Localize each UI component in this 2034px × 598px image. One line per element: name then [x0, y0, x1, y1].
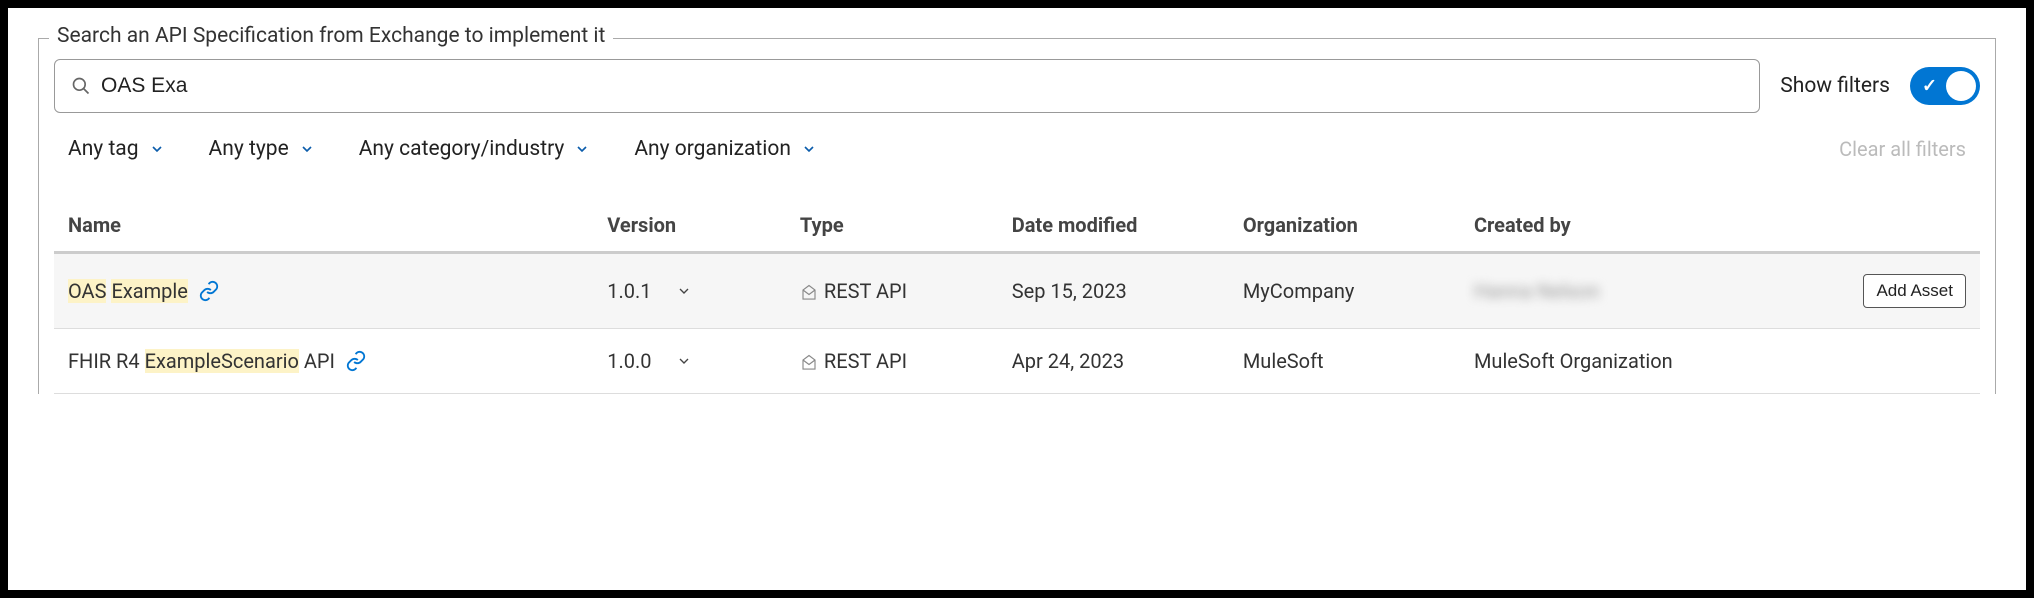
cell-created-by: MuleSoft Organization: [1460, 329, 1807, 394]
name-cell-content: OAS Example: [68, 279, 579, 303]
show-filters-label: Show filters: [1780, 74, 1890, 98]
filter-category-dropdown[interactable]: Any category/industry: [359, 137, 591, 161]
chevron-down-icon: [676, 283, 692, 299]
cell-action: Add Asset: [1807, 253, 1980, 329]
cell-organization: MuleSoft: [1229, 329, 1460, 394]
cell-type: REST API: [786, 329, 998, 394]
name-text: API: [299, 349, 335, 373]
filter-organization-label: Any organization: [634, 137, 791, 161]
filter-type-label: Any type: [209, 137, 289, 161]
created-by-value: MuleSoft Organization: [1474, 349, 1673, 373]
asset-name: OAS Example: [68, 279, 188, 303]
th-version: Version: [593, 201, 786, 253]
table-row[interactable]: FHIR R4 ExampleScenario API 1.0.0 REST API…: [54, 329, 1980, 394]
check-icon: ✓: [1922, 76, 1937, 97]
cell-created-by: Hanna Nelson: [1460, 253, 1807, 329]
version-value: 1.0.0: [607, 349, 651, 373]
api-type-icon: [800, 354, 818, 372]
results-table: Name Version Type Date modified Organiza…: [54, 201, 1980, 394]
chevron-down-icon: [574, 141, 590, 157]
cell-type: REST API: [786, 253, 998, 329]
cell-version: 1.0.1: [593, 253, 786, 329]
results-table-wrapper: Name Version Type Date modified Organiza…: [54, 201, 1980, 394]
type-value: REST API: [824, 279, 907, 303]
filter-tag-dropdown[interactable]: Any tag: [68, 137, 165, 161]
clear-all-filters-link[interactable]: Clear all filters: [1839, 137, 1966, 161]
cell-organization: MyCompany: [1229, 253, 1460, 329]
search-row: Show filters ✓: [54, 59, 1980, 113]
table-row[interactable]: OAS Example 1.0.1 REST API Sep 15, 2023MyCo…: [54, 253, 1980, 329]
cell-date-modified: Sep 15, 2023: [998, 253, 1229, 329]
version-dropdown[interactable]: 1.0.0: [607, 349, 772, 373]
api-type-icon: [800, 284, 818, 302]
toggle-knob: [1946, 71, 1976, 101]
name-cell-content: FHIR R4 ExampleScenario API: [68, 349, 579, 373]
type-value: REST API: [824, 349, 907, 373]
cell-action: [1807, 329, 1980, 394]
table-header-row: Name Version Type Date modified Organiza…: [54, 201, 1980, 253]
filter-type-dropdown[interactable]: Any type: [209, 137, 315, 161]
chevron-down-icon: [149, 141, 165, 157]
name-highlight: ExampleScenario: [145, 349, 299, 373]
search-fieldset: Search an API Specification from Exchang…: [38, 38, 1996, 394]
version-value: 1.0.1: [607, 279, 651, 303]
version-dropdown[interactable]: 1.0.1: [607, 279, 772, 303]
asset-name: FHIR R4 ExampleScenario API: [68, 349, 335, 373]
th-action: [1807, 201, 1980, 253]
filter-category-label: Any category/industry: [359, 137, 565, 161]
cell-date-modified: Apr 24, 2023: [998, 329, 1229, 394]
link-icon[interactable]: [198, 280, 220, 302]
search-input[interactable]: [101, 74, 1743, 98]
cell-version: 1.0.0: [593, 329, 786, 394]
cell-name: OAS Example: [54, 253, 593, 329]
cell-name: FHIR R4 ExampleScenario API: [54, 329, 593, 394]
search-box[interactable]: [54, 59, 1760, 113]
name-highlight: Example: [111, 279, 187, 303]
chevron-down-icon: [801, 141, 817, 157]
filter-organization-dropdown[interactable]: Any organization: [634, 137, 817, 161]
th-created-by: Created by: [1460, 201, 1807, 253]
th-date-modified: Date modified: [998, 201, 1229, 253]
link-icon[interactable]: [345, 350, 367, 372]
frame: Search an API Specification from Exchang…: [8, 8, 2026, 590]
th-type: Type: [786, 201, 998, 253]
filter-tag-label: Any tag: [68, 137, 139, 161]
th-organization: Organization: [1229, 201, 1460, 253]
search-icon: [71, 76, 91, 96]
created-by-value: Hanna Nelson: [1474, 279, 1600, 303]
th-name: Name: [54, 201, 593, 253]
name-highlight: OAS: [68, 279, 106, 303]
name-text: FHIR R4: [68, 349, 145, 373]
chevron-down-icon: [676, 353, 692, 369]
show-filters-toggle[interactable]: ✓: [1910, 67, 1980, 105]
fieldset-legend: Search an API Specification from Exchang…: [49, 24, 613, 48]
add-asset-button[interactable]: Add Asset: [1863, 274, 1966, 308]
filters-row: Any tag Any type Any category/industry A…: [54, 137, 1980, 201]
chevron-down-icon: [299, 141, 315, 157]
